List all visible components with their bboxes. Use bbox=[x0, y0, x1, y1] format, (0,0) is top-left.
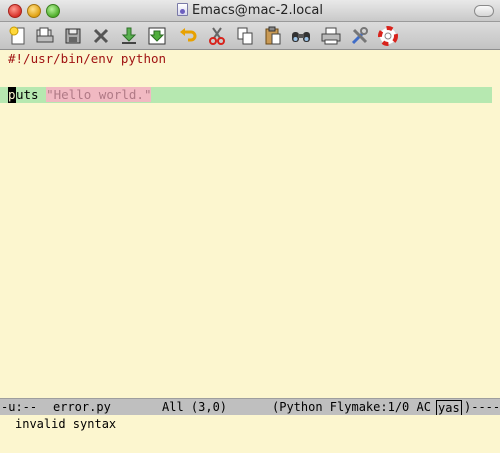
puts-keyword: uts bbox=[16, 87, 39, 102]
save-icon[interactable] bbox=[62, 25, 84, 47]
help-icon[interactable] bbox=[377, 25, 399, 47]
code-line-error-highlight[interactable]: puts "Hello world." bbox=[0, 87, 492, 103]
modeline-yas-indicator: yas bbox=[436, 400, 462, 415]
code-line-shebang[interactable]: #!/usr/bin/env python bbox=[8, 51, 166, 67]
cut-icon[interactable] bbox=[206, 25, 228, 47]
modeline-state: -u:-- bbox=[1, 400, 38, 414]
download-icon[interactable] bbox=[118, 25, 140, 47]
window-titlebar: Emacs@mac-2.local bbox=[0, 0, 500, 22]
echo-message: invalid syntax bbox=[15, 417, 117, 431]
string-literal: "Hello world." bbox=[46, 87, 152, 102]
preferences-icon[interactable] bbox=[349, 25, 371, 47]
new-file-icon[interactable] bbox=[7, 25, 29, 47]
print-icon[interactable] bbox=[320, 25, 342, 47]
window-title-text: Emacs@mac-2.local bbox=[192, 3, 323, 18]
search-icon[interactable] bbox=[290, 25, 312, 47]
save-as-icon[interactable] bbox=[146, 25, 168, 47]
open-file-icon[interactable] bbox=[34, 25, 56, 47]
text-cursor: p bbox=[8, 87, 16, 103]
modeline-buffer-name: error.py bbox=[53, 400, 111, 414]
undo-icon[interactable] bbox=[178, 25, 200, 47]
copy-icon[interactable] bbox=[234, 25, 256, 47]
editor-buffer[interactable]: #!/usr/bin/env python puts "Hello world.… bbox=[0, 50, 500, 398]
modeline-position: All (3,0) bbox=[162, 400, 228, 414]
window-title: Emacs@mac-2.local bbox=[0, 3, 500, 18]
paste-icon[interactable] bbox=[262, 25, 284, 47]
close-buffer-icon[interactable] bbox=[90, 25, 112, 47]
mode-line: -u:-- error.py All (3,0) (Python Flymake… bbox=[0, 398, 500, 415]
modeline-tail: )---- bbox=[464, 400, 500, 414]
emacs-document-icon bbox=[177, 3, 189, 16]
toolbar bbox=[0, 22, 500, 50]
modeline-major-modes: (Python Flymake:1/0 AC bbox=[272, 400, 431, 414]
toolbar-toggle-button[interactable] bbox=[474, 5, 494, 17]
echo-area: invalid syntax bbox=[0, 415, 500, 434]
